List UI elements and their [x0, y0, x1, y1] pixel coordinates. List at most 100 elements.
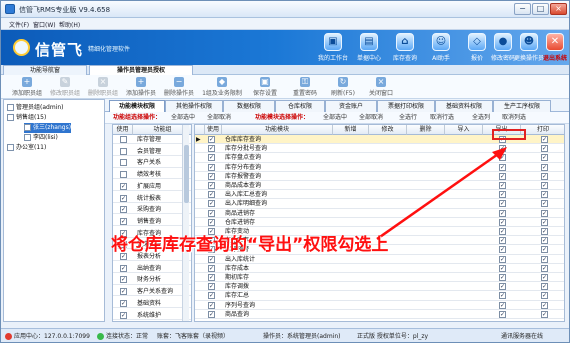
- print-checkbox[interactable]: [541, 283, 548, 291]
- stock-query-button[interactable]: ⌂ 库存查询: [388, 32, 422, 64]
- export-checkbox[interactable]: [499, 264, 506, 272]
- module-use-checkbox[interactable]: [208, 283, 215, 291]
- group-clear-all[interactable]: 全部取消: [207, 112, 231, 124]
- group-use-checkbox[interactable]: [120, 159, 127, 167]
- function-group-row[interactable]: 客户关系: [113, 158, 191, 168]
- export-checkbox[interactable]: [499, 292, 506, 300]
- export-checkbox[interactable]: [499, 310, 506, 318]
- print-checkbox[interactable]: [541, 255, 548, 263]
- group-use-checkbox[interactable]: [120, 288, 127, 296]
- function-group-row[interactable]: 会员管理: [113, 147, 191, 156]
- function-group-row[interactable]: 系统维护: [113, 311, 191, 320]
- tree-checkbox[interactable]: [7, 144, 14, 151]
- group-use-checkbox[interactable]: [120, 136, 127, 143]
- export-checkbox[interactable]: [499, 301, 506, 309]
- group-use-checkbox[interactable]: [120, 311, 127, 319]
- function-module-row[interactable]: 序列号查询: [195, 301, 564, 310]
- module-use-checkbox[interactable]: [208, 218, 215, 226]
- print-checkbox[interactable]: [541, 182, 548, 189]
- group-use-checkbox[interactable]: [120, 171, 127, 179]
- function-module-row[interactable]: 商品查询: [195, 310, 564, 319]
- function-module-row[interactable]: 库存汇总: [195, 291, 564, 301]
- function-group-row[interactable]: 统计报表: [113, 194, 191, 203]
- function-group-row[interactable]: 绩效考核: [113, 170, 191, 180]
- group-use-checkbox[interactable]: [120, 147, 127, 155]
- module-use-checkbox[interactable]: [208, 200, 215, 208]
- tab-function-module-permission[interactable]: 功能模块权限: [109, 100, 165, 112]
- menu-help[interactable]: 帮助(H): [59, 20, 80, 29]
- tab-data-permission[interactable]: 数据权限: [223, 100, 275, 112]
- function-group-row[interactable]: 采购查询: [113, 205, 191, 215]
- module-use-checkbox[interactable]: [208, 145, 215, 153]
- module-select-row[interactable]: 全选行: [399, 112, 417, 124]
- print-checkbox[interactable]: [541, 172, 548, 180]
- group-select-all[interactable]: 全部选中: [171, 112, 195, 124]
- print-checkbox[interactable]: [541, 154, 548, 162]
- module-use-checkbox[interactable]: [208, 310, 215, 318]
- tab-warehouse-permission[interactable]: 仓库权限: [275, 100, 325, 112]
- ai-assistant-button[interactable]: ☺ AI助手: [424, 32, 458, 64]
- print-checkbox[interactable]: [541, 301, 548, 309]
- module-use-checkbox[interactable]: [208, 301, 215, 309]
- tab-account-permission[interactable]: 资金账户: [325, 100, 377, 112]
- print-checkbox[interactable]: [541, 218, 548, 226]
- tree-node-office[interactable]: 办公室(11): [7, 143, 46, 153]
- tab-function-navigation[interactable]: 功能导航窗: [3, 65, 87, 75]
- print-checkbox[interactable]: [541, 191, 548, 199]
- module-clear-column[interactable]: 取消列选: [502, 112, 526, 124]
- print-checkbox[interactable]: [541, 310, 548, 318]
- menu-window[interactable]: 窗口(W): [33, 20, 56, 29]
- function-module-row[interactable]: 库存成本: [195, 264, 564, 273]
- tree-node-admin-group[interactable]: 管理员组(admin): [7, 103, 63, 113]
- module-clear-row[interactable]: 取消行选: [430, 112, 454, 124]
- module-use-checkbox[interactable]: [208, 292, 215, 300]
- print-checkbox[interactable]: [541, 274, 548, 281]
- tree-node-sales-group[interactable]: 销售组(15): [7, 113, 46, 123]
- module-use-checkbox[interactable]: [208, 274, 215, 281]
- tab-basic-data-permission[interactable]: 基础资料权限: [435, 100, 493, 112]
- tab-print-permission[interactable]: 票据打印权限: [377, 100, 435, 112]
- print-checkbox[interactable]: [541, 292, 548, 300]
- tab-other-permission[interactable]: 其他操作权限: [165, 100, 223, 112]
- module-use-checkbox[interactable]: [208, 209, 215, 217]
- module-use-checkbox[interactable]: [208, 191, 215, 199]
- module-use-checkbox[interactable]: [208, 264, 215, 272]
- function-group-row[interactable]: 扩展应用: [113, 182, 191, 191]
- function-group-row[interactable]: 销售查询: [113, 217, 191, 227]
- print-checkbox[interactable]: [541, 209, 548, 217]
- export-checkbox[interactable]: [499, 283, 506, 291]
- module-use-checkbox[interactable]: [208, 154, 215, 162]
- function-group-row[interactable]: 财务分析: [113, 275, 191, 285]
- group-use-checkbox[interactable]: [120, 264, 127, 272]
- tree-checkbox[interactable]: [7, 114, 14, 121]
- module-use-checkbox[interactable]: [208, 172, 215, 180]
- module-use-checkbox[interactable]: [208, 136, 215, 143]
- group-use-checkbox[interactable]: [120, 276, 127, 284]
- group-use-checkbox[interactable]: [120, 206, 127, 214]
- maximize-button[interactable]: □: [532, 3, 549, 15]
- tree-node-lisi[interactable]: 李四(lisi): [24, 133, 58, 143]
- print-checkbox[interactable]: [541, 264, 548, 272]
- function-group-row[interactable]: 库存管理: [113, 135, 191, 145]
- function-module-row[interactable]: 库存调拨: [195, 282, 564, 292]
- export-checkbox[interactable]: [499, 274, 506, 281]
- function-module-row[interactable]: 期初库存: [195, 273, 564, 283]
- module-clear-all[interactable]: 全部取消: [359, 112, 383, 124]
- function-group-row[interactable]: 客户关系查询: [113, 287, 191, 297]
- module-select-all[interactable]: 全部选中: [323, 112, 347, 124]
- print-checkbox[interactable]: [541, 145, 548, 153]
- scrollbar-thumb[interactable]: [184, 145, 189, 203]
- module-use-checkbox[interactable]: [208, 182, 215, 189]
- group-use-checkbox[interactable]: [120, 217, 127, 225]
- minimize-button[interactable]: −: [514, 3, 531, 15]
- module-use-checkbox[interactable]: [208, 163, 215, 171]
- tree-checkbox[interactable]: [24, 134, 31, 141]
- function-group-row[interactable]: 基础资料: [113, 299, 191, 308]
- print-checkbox[interactable]: [541, 228, 548, 235]
- tree-checkbox[interactable]: [24, 124, 31, 131]
- print-checkbox[interactable]: [541, 237, 548, 245]
- my-workbench-button[interactable]: ▣ 我的工作台: [316, 32, 350, 64]
- print-checkbox[interactable]: [541, 163, 548, 171]
- group-use-checkbox[interactable]: [120, 182, 127, 190]
- close-window-button[interactable]: × 关闭窗口: [357, 77, 405, 97]
